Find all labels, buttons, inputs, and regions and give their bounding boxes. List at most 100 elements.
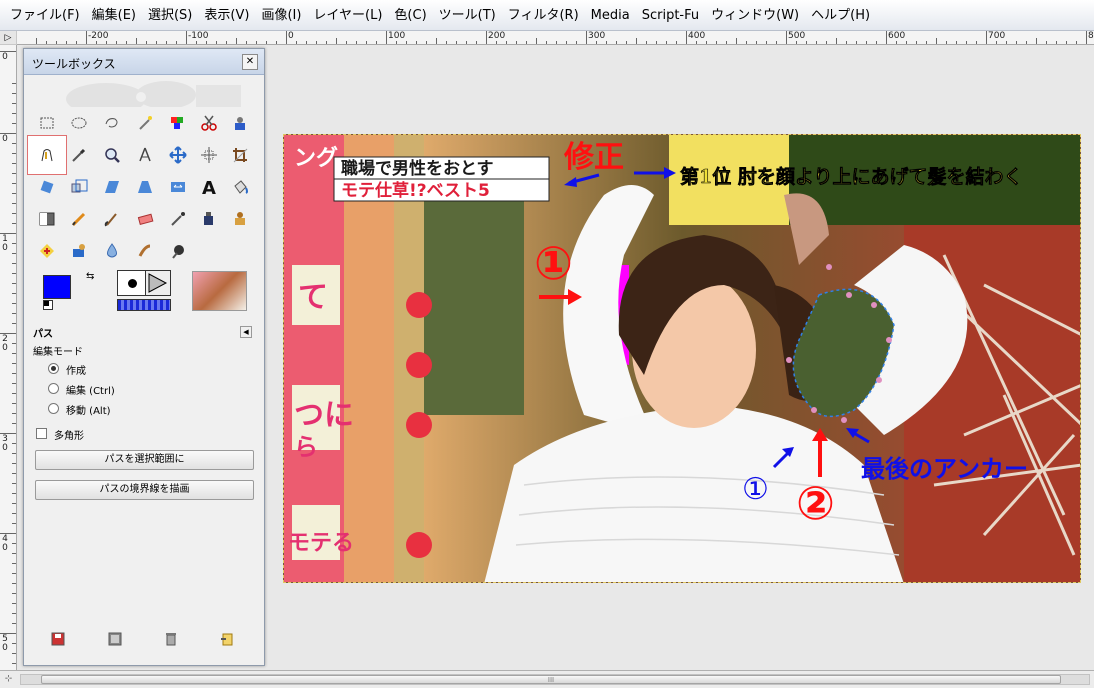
tool-smudge-icon[interactable] <box>134 240 156 262</box>
tool-ink-icon[interactable] <box>198 208 220 230</box>
tool-foreground-select-icon[interactable] <box>229 112 251 134</box>
menu-item[interactable]: フィルタ(R) <box>502 0 585 31</box>
save-options-icon[interactable] <box>51 632 65 646</box>
ruler-minor-tick <box>1076 41 1077 44</box>
ruler-minor-tick <box>946 41 947 44</box>
tool-shear-icon[interactable] <box>101 176 123 198</box>
ruler-minor-tick <box>586 38 587 44</box>
tool-zoom-icon[interactable] <box>101 144 123 166</box>
tool-blur-icon[interactable] <box>101 240 123 262</box>
ruler-minor-tick <box>12 573 16 574</box>
menu-item[interactable]: Script-Fu <box>636 0 705 31</box>
ruler-label: 500 <box>788 31 806 41</box>
ruler-minor-tick <box>676 41 677 44</box>
tool-text-icon[interactable]: A <box>198 176 220 198</box>
menu-item[interactable]: 編集(E) <box>86 0 142 31</box>
tool-blend-icon[interactable] <box>36 208 58 230</box>
tool-fuzzy-select-icon[interactable] <box>134 112 156 134</box>
gradient-indicator[interactable] <box>117 299 171 311</box>
reset-options-icon[interactable] <box>220 632 234 646</box>
tool-free-select-icon[interactable] <box>101 112 123 134</box>
foreground-color-swatch[interactable] <box>43 275 71 299</box>
active-image-thumbnail[interactable] <box>192 271 247 311</box>
tool-scissors-icon[interactable] <box>198 112 220 134</box>
horizontal-scrollbar[interactable]: III <box>20 674 1090 685</box>
tool-options-menu-icon[interactable]: ◀ <box>240 326 252 338</box>
ruler-minor-tick <box>96 41 97 44</box>
mode-move-radio[interactable] <box>48 403 59 414</box>
menu-item[interactable]: レイヤー(L) <box>307 0 388 31</box>
tool-flip-icon[interactable] <box>167 176 189 198</box>
delete-options-icon[interactable] <box>164 632 178 646</box>
toolbox-titlebar[interactable]: ツールボックス ✕ <box>24 49 264 75</box>
toolbox-close-button[interactable]: ✕ <box>242 54 258 70</box>
tool-heal-icon[interactable] <box>36 240 58 262</box>
tool-align-icon[interactable] <box>198 144 220 166</box>
tool-pencil-icon[interactable] <box>68 208 90 230</box>
tool-color-picker-icon[interactable] <box>68 144 90 166</box>
menu-item[interactable]: ファイル(F) <box>4 0 86 31</box>
horizontal-ruler[interactable]: -200 -100 0 100 200 300 400 500 600 700 80 <box>17 31 1094 45</box>
stroke-path-button[interactable]: パスの境界線を描画 <box>35 480 254 500</box>
ruler-minor-tick <box>136 38 137 44</box>
vertical-ruler[interactable]: 0 0 1 0 2 0 3 0 4 0 5 0 <box>0 45 17 670</box>
tool-bucket-fill-icon[interactable] <box>229 176 251 198</box>
horizontal-scrollbar-thumb[interactable]: III <box>41 675 1061 684</box>
ruler-minor-tick <box>366 41 367 44</box>
menu-item[interactable]: 画像(I) <box>255 0 307 31</box>
ruler-minor-tick <box>516 41 517 44</box>
swap-colors-icon[interactable]: ⇆ <box>86 271 94 282</box>
tool-clone-icon[interactable] <box>229 208 251 230</box>
svg-text:て: て <box>298 280 328 315</box>
ruler-minor-tick <box>12 123 16 124</box>
restore-options-icon[interactable] <box>108 632 122 646</box>
ruler-minor-tick <box>916 41 917 44</box>
menu-item[interactable]: ツール(T) <box>433 0 502 31</box>
pattern-indicator[interactable] <box>145 270 171 296</box>
tool-measure-icon[interactable] <box>134 144 156 166</box>
tool-scale-icon[interactable] <box>68 176 90 198</box>
ruler-minor-tick <box>206 41 207 44</box>
menu-item[interactable]: 色(C) <box>388 0 432 31</box>
tool-move-icon[interactable] <box>167 144 189 166</box>
tool-airbrush-icon[interactable] <box>167 208 189 230</box>
path-to-selection-button[interactable]: パスを選択範囲に <box>35 450 254 470</box>
tool-perspective-clone-icon[interactable] <box>68 240 90 262</box>
menu-item[interactable]: 表示(V) <box>198 0 255 31</box>
menu-item[interactable]: Media <box>585 0 636 31</box>
menu-item[interactable]: ウィンドウ(W) <box>705 0 805 31</box>
tool-paintbrush-icon[interactable] <box>101 208 123 230</box>
polygon-checkbox[interactable] <box>36 428 47 439</box>
tool-crop-icon[interactable] <box>229 144 251 166</box>
ruler-minor-tick <box>226 41 227 44</box>
edit-mode-label: 編集モード <box>33 347 83 358</box>
ruler-minor-tick <box>636 38 637 44</box>
ruler-corner-toggle[interactable]: ▷ <box>0 31 17 45</box>
navigate-icon[interactable]: ⊹ <box>2 673 15 686</box>
tool-ellipse-select-icon[interactable] <box>68 112 90 134</box>
ruler-minor-tick <box>256 41 257 44</box>
ruler-minor-tick <box>12 493 16 494</box>
tool-paths-icon[interactable] <box>27 135 67 175</box>
ruler-minor-tick <box>1066 41 1067 44</box>
mode-edit-radio[interactable] <box>48 383 59 394</box>
image-canvas[interactable]: 職場で男性をおとす モテ仕草!?ベスト5 第1位 肘を顔より上にあげて髪を結わく… <box>283 134 1081 583</box>
tool-perspective-icon[interactable] <box>134 176 156 198</box>
ruler-minor-tick <box>886 38 887 44</box>
default-colors-icon[interactable] <box>43 300 53 310</box>
ruler-label: 400 <box>688 31 706 41</box>
tool-rect-select-icon[interactable] <box>36 112 58 134</box>
menu-item[interactable]: 選択(S) <box>142 0 198 31</box>
tool-rotate-icon[interactable] <box>36 176 58 198</box>
ruler-minor-tick <box>12 103 16 104</box>
ruler-minor-tick <box>1026 41 1027 44</box>
tool-dodge-burn-icon[interactable] <box>167 240 189 262</box>
tool-color-select-icon[interactable] <box>167 112 189 134</box>
menu-item[interactable]: ヘルプ(H) <box>805 0 876 31</box>
ruler-minor-tick <box>12 363 16 364</box>
mode-design-radio[interactable] <box>48 363 59 374</box>
svg-text:①: ① <box>534 236 573 290</box>
tool-eraser-icon[interactable] <box>134 208 156 230</box>
ruler-label: 1 0 <box>2 234 8 253</box>
brush-indicator[interactable] <box>117 270 147 296</box>
